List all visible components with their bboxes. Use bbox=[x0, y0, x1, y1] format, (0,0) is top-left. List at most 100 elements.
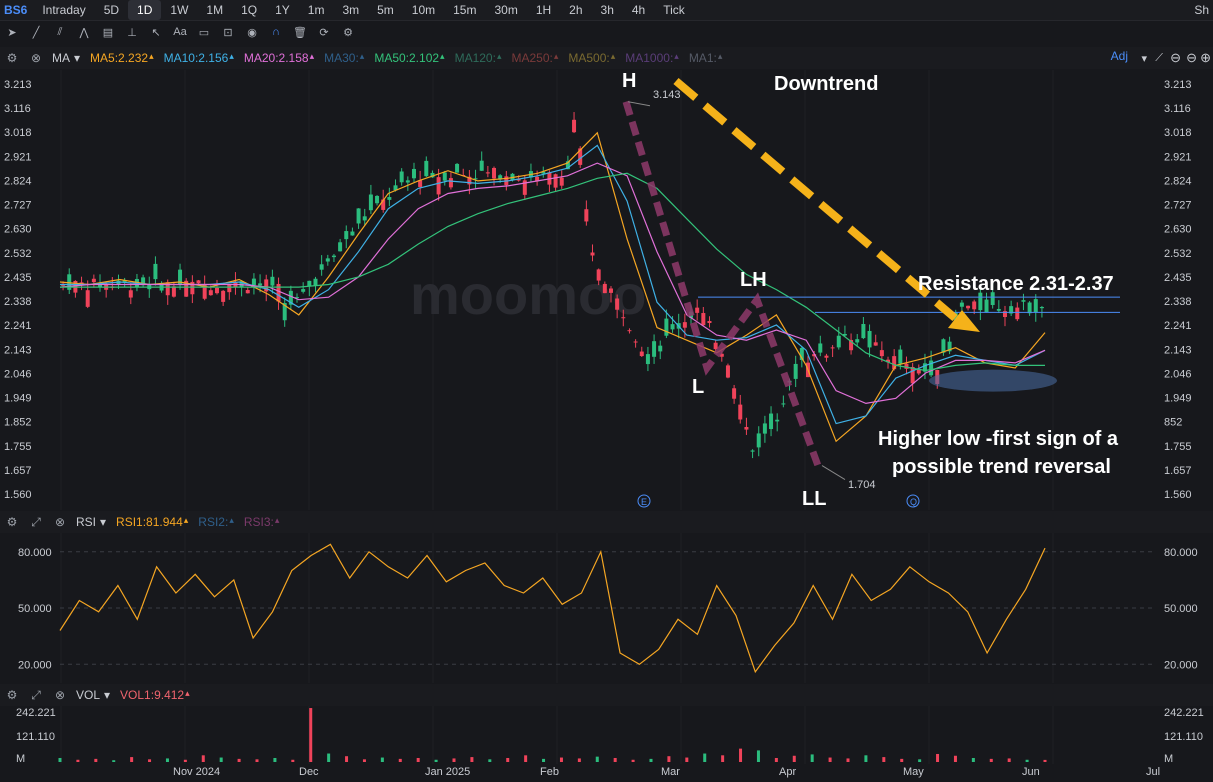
line-tool-icon[interactable]: ╱ bbox=[27, 23, 45, 41]
arrow-tool-icon[interactable]: ↖ bbox=[147, 23, 165, 41]
expand-icon[interactable]: ⤢ bbox=[28, 688, 44, 703]
caret-icon[interactable]: ▴ bbox=[611, 51, 616, 65]
ma-legend-item[interactable]: MA5:2.232 bbox=[90, 51, 148, 65]
gear-icon[interactable]: ⚙ bbox=[4, 515, 20, 529]
caret-icon[interactable]: ▴ bbox=[360, 51, 365, 65]
measure-tool-icon[interactable]: ⊥ bbox=[123, 23, 141, 41]
chevron-down-icon[interactable]: ▾ bbox=[1141, 52, 1147, 65]
caret-icon[interactable]: ▴ bbox=[554, 51, 559, 65]
volume-chart[interactable]: 242.221 242.221 121.110 121.110 M M bbox=[0, 706, 1213, 764]
candle-body bbox=[732, 388, 737, 399]
trash-icon[interactable]: 🗑 bbox=[291, 23, 309, 41]
volume-bar bbox=[774, 757, 778, 762]
pattern-tool-icon[interactable]: ⋀ bbox=[75, 23, 93, 41]
settings-icon[interactable]: ⚙ bbox=[339, 23, 357, 41]
candle-body bbox=[658, 345, 663, 352]
sync-icon[interactable]: ⟳ bbox=[315, 23, 333, 41]
caret-icon[interactable]: ▴ bbox=[275, 515, 280, 529]
gear-icon[interactable]: ⚙ bbox=[4, 51, 20, 65]
fibonacci-tool-icon[interactable]: ▤ bbox=[99, 23, 117, 41]
annotation-h-price: 3.143 bbox=[653, 89, 681, 101]
rsi-legend-item[interactable]: RSI3: bbox=[244, 515, 274, 529]
timeframe-tab-5m[interactable]: 5m bbox=[368, 0, 403, 20]
timeframe-tab-1w[interactable]: 1W bbox=[161, 0, 197, 20]
eye-icon[interactable]: ◉ bbox=[243, 23, 261, 41]
caret-icon[interactable]: ▴ bbox=[149, 51, 154, 65]
magnet-icon[interactable]: ∩ bbox=[267, 23, 285, 41]
caret-icon[interactable]: ▴ bbox=[440, 51, 445, 65]
earnings-marker[interactable]: E bbox=[641, 497, 647, 507]
expand-icon[interactable]: ⤢ bbox=[28, 515, 44, 530]
ma-legend-item[interactable]: MA20:2.158 bbox=[244, 51, 309, 65]
channel-tool-icon[interactable]: ⫽ bbox=[51, 23, 69, 41]
caret-icon[interactable]: ▴ bbox=[497, 51, 502, 65]
timeframe-tab-1q[interactable]: 1Q bbox=[232, 0, 266, 20]
ma-legend-item[interactable]: MA30: bbox=[324, 51, 359, 65]
low-pointer-line bbox=[821, 465, 846, 481]
timeframe-tab-4h[interactable]: 4h bbox=[623, 0, 654, 20]
caret-icon[interactable]: ▴ bbox=[229, 51, 234, 65]
candle-body bbox=[633, 341, 638, 343]
volume-bar bbox=[237, 758, 241, 762]
x-axis-label: Jun bbox=[1022, 766, 1040, 778]
timeframe-tab-30m[interactable]: 30m bbox=[485, 0, 526, 20]
cursor-icon[interactable]: ➤ bbox=[3, 23, 21, 41]
timeframe-tab-10m[interactable]: 10m bbox=[403, 0, 444, 20]
rsi-legend-item[interactable]: RSI2: bbox=[198, 515, 228, 529]
ma-label[interactable]: MA bbox=[52, 51, 70, 65]
volume-bar bbox=[703, 753, 707, 762]
caret-icon[interactable]: ▴ bbox=[674, 51, 679, 65]
caret-icon[interactable]: ▴ bbox=[310, 51, 315, 65]
candle-body bbox=[1021, 300, 1026, 302]
ma-legend-item[interactable]: MA120: bbox=[455, 51, 496, 65]
caret-icon[interactable]: ▴ bbox=[185, 688, 190, 702]
vol-legend-item[interactable]: VOL1:9.412 bbox=[120, 688, 184, 702]
text-tool-icon[interactable]: Aa bbox=[171, 23, 189, 41]
timeframe-tab-3h[interactable]: 3h bbox=[592, 0, 623, 20]
price-axis-label-right: 1.755 bbox=[1164, 441, 1192, 453]
candle-body bbox=[781, 403, 786, 405]
caret-icon[interactable]: ▴ bbox=[229, 515, 234, 529]
price-axis-label-left: 2.630 bbox=[4, 224, 32, 236]
rsi-legend-item[interactable]: RSI1:81.944 bbox=[116, 515, 183, 529]
caret-icon[interactable]: ▴ bbox=[718, 51, 723, 65]
comment-tool-icon[interactable]: ▭ bbox=[195, 23, 213, 41]
lock-icon[interactable]: ⊡ bbox=[219, 23, 237, 41]
timeframe-tab-1m[interactable]: 1m bbox=[299, 0, 334, 20]
timeframe-tab-1y[interactable]: 1Y bbox=[266, 0, 299, 20]
quarterly-marker[interactable]: Q bbox=[910, 497, 917, 507]
add-icon[interactable]: ⊕ bbox=[1200, 50, 1211, 66]
candle-body bbox=[584, 209, 589, 222]
gear-icon[interactable]: ⚙ bbox=[4, 688, 20, 702]
ma-legend-item[interactable]: MA50:2.102 bbox=[374, 51, 439, 65]
close-icon[interactable]: ⊗ bbox=[52, 688, 68, 702]
collapse-icon[interactable]: ⊖ bbox=[1170, 50, 1181, 66]
timeframe-tab-1h[interactable]: 1H bbox=[527, 0, 560, 20]
vol-label[interactable]: VOL bbox=[76, 688, 100, 702]
timeframe-tab-tick[interactable]: Tick bbox=[654, 0, 694, 20]
ma-legend-item[interactable]: MA1: bbox=[689, 51, 717, 65]
timeframe-tab-15m[interactable]: 15m bbox=[444, 0, 485, 20]
price-axis-label-right: 1.560 bbox=[1164, 489, 1192, 501]
ma-legend-item[interactable]: MA500: bbox=[568, 51, 609, 65]
caret-icon[interactable]: ▴ bbox=[184, 515, 189, 529]
close-icon[interactable]: ⊗ bbox=[52, 515, 68, 529]
rsi-chart[interactable]: 80.000 80.000 50.000 50.000 20.000 20.000 bbox=[0, 533, 1213, 683]
timeframe-tab-1d[interactable]: 1D bbox=[128, 0, 162, 20]
volume-bar bbox=[542, 758, 546, 762]
timeframe-tab-5d[interactable]: 5D bbox=[95, 0, 128, 20]
ma-legend-item[interactable]: MA10:2.156 bbox=[164, 51, 229, 65]
ma-legend-item[interactable]: MA250: bbox=[511, 51, 552, 65]
close-icon[interactable]: ⊗ bbox=[28, 51, 44, 65]
rsi-label[interactable]: RSI bbox=[76, 515, 96, 529]
ma-legend-item[interactable]: MA1000: bbox=[625, 51, 673, 65]
price-axis-label-left: 3.116 bbox=[4, 103, 31, 115]
remove-icon[interactable]: ⊖ bbox=[1186, 50, 1197, 66]
ticker-symbol[interactable]: BS6 bbox=[0, 3, 33, 17]
chart-type-icon[interactable]: ⟋ bbox=[1155, 52, 1163, 65]
timeframe-tab-3m[interactable]: 3m bbox=[333, 0, 368, 20]
timeframe-tab-intraday[interactable]: Intraday bbox=[33, 0, 94, 20]
adj-selector[interactable]: Adj bbox=[1111, 49, 1128, 63]
timeframe-tab-1m[interactable]: 1M bbox=[197, 0, 232, 20]
timeframe-tab-2h[interactable]: 2h bbox=[560, 0, 591, 20]
